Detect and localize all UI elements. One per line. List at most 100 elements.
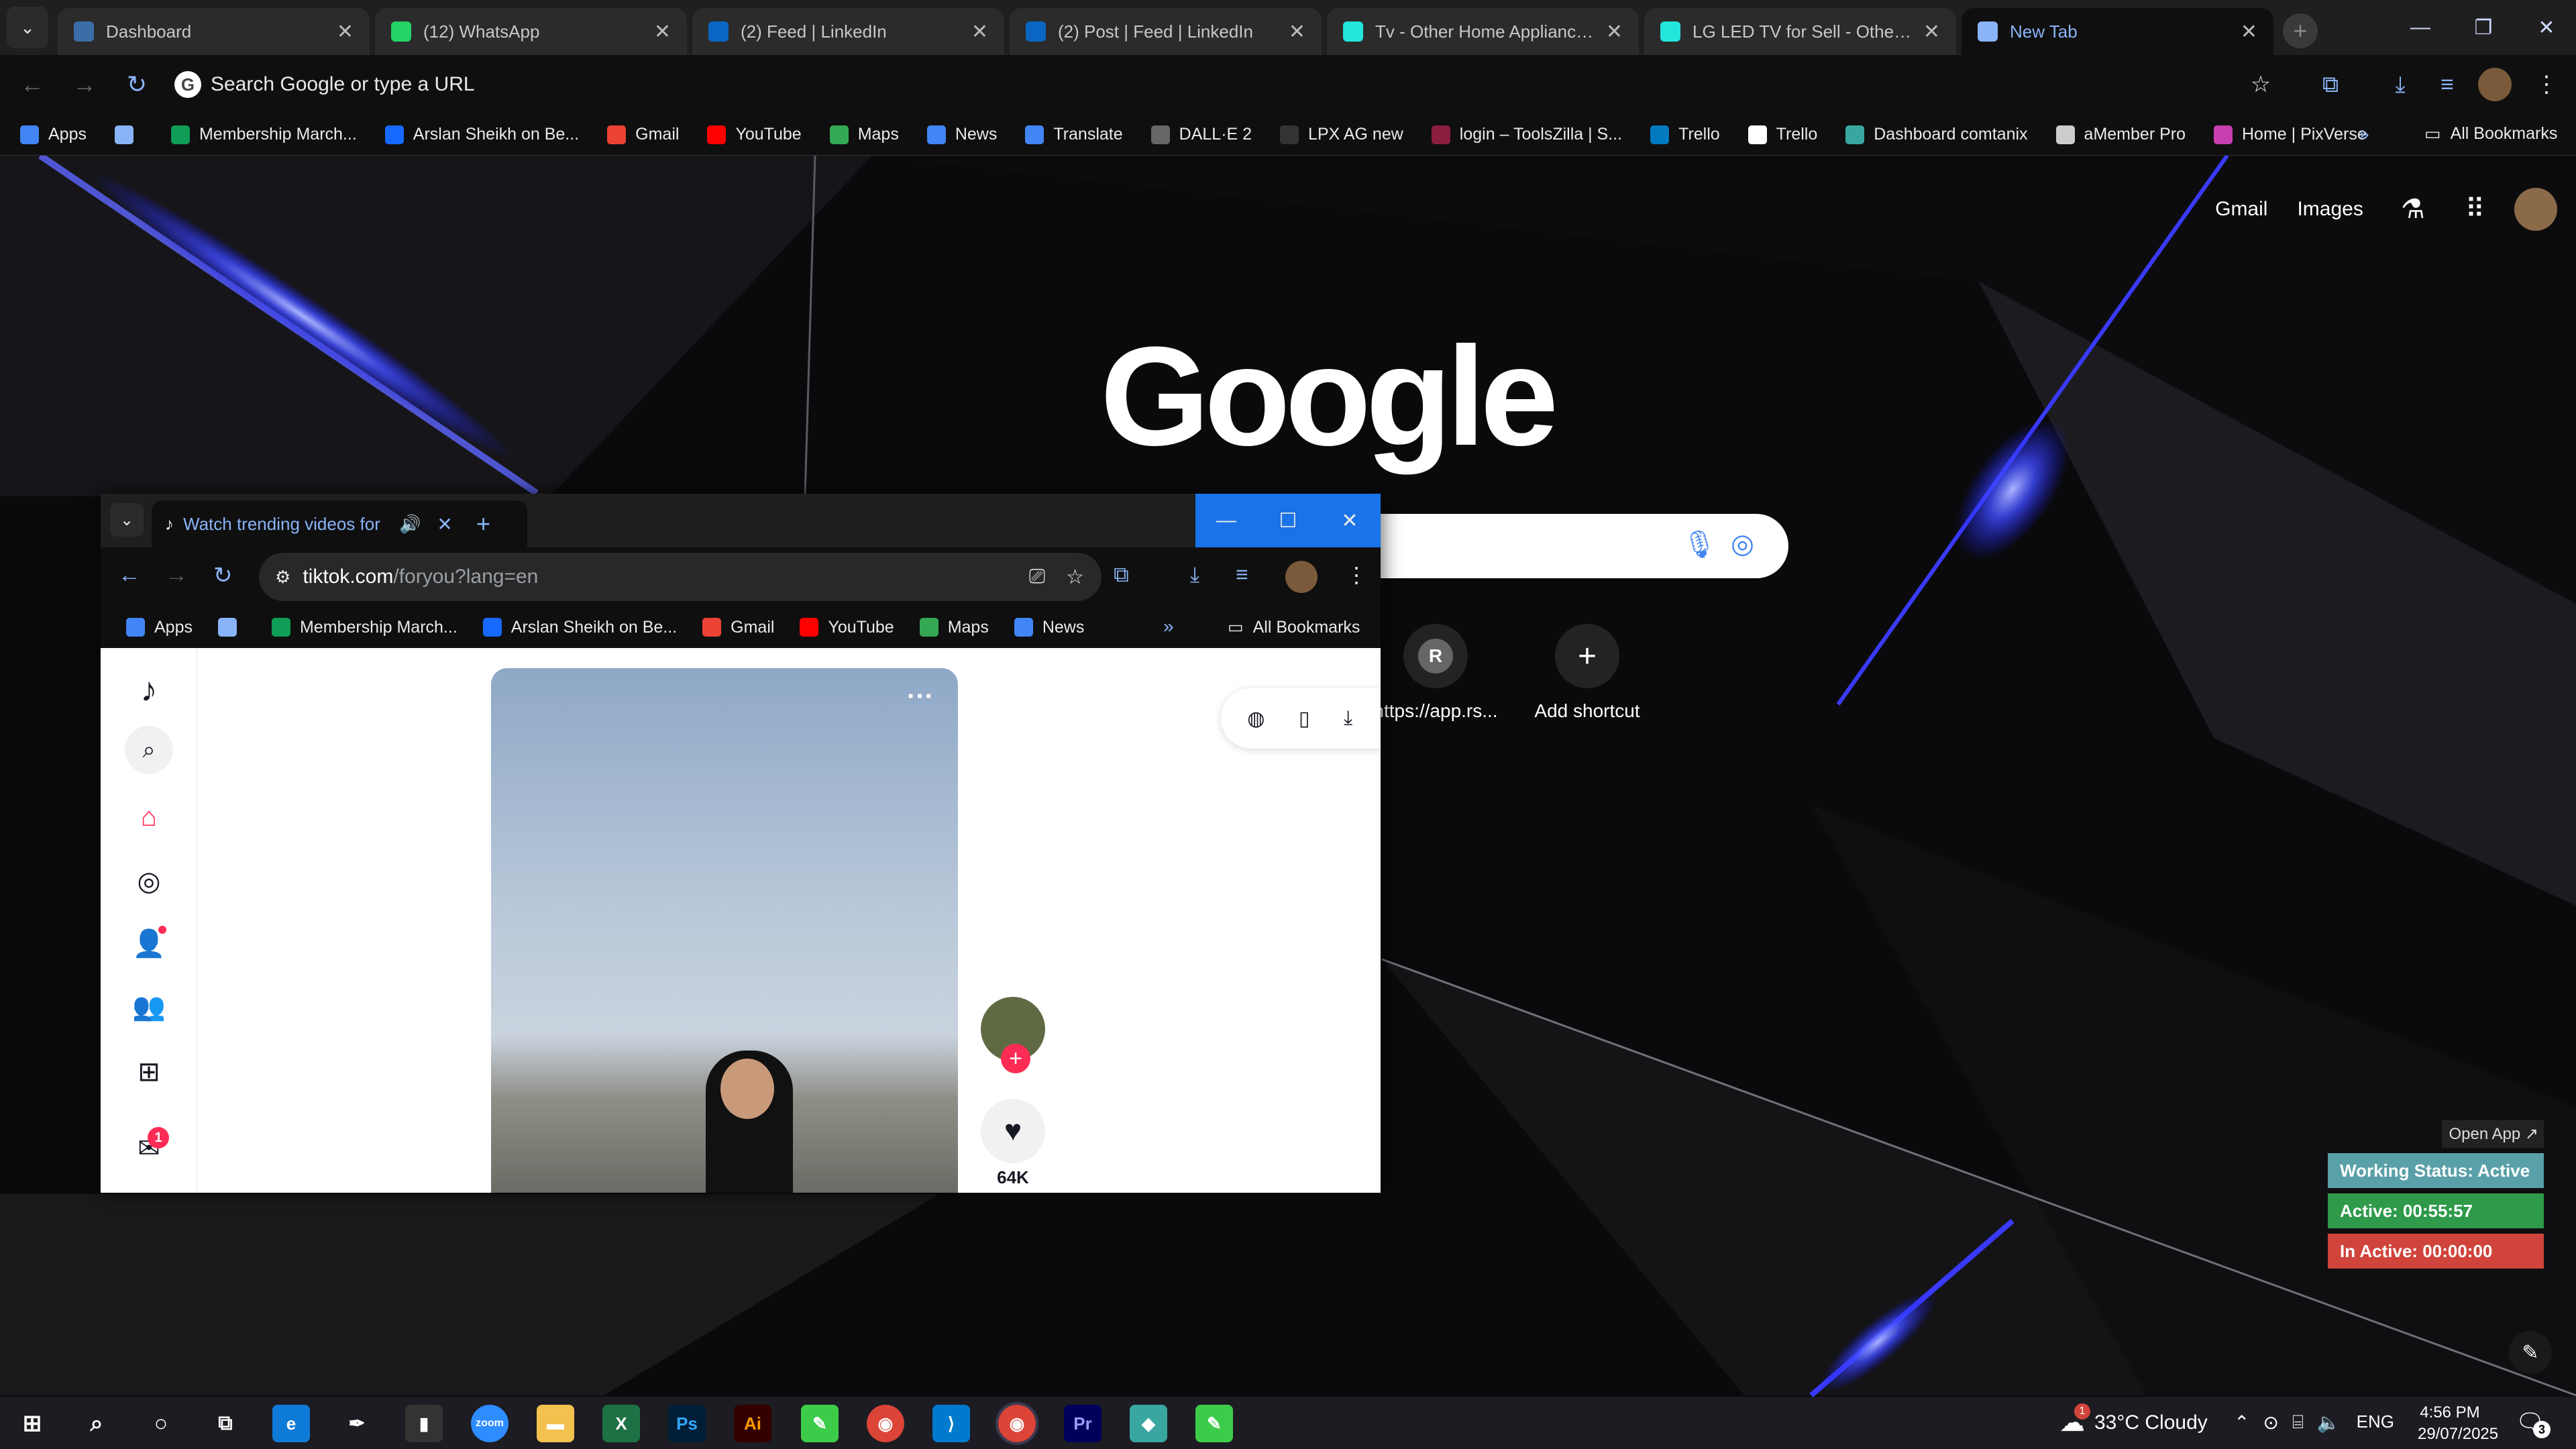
popup-bookmark-item[interactable]: Arslan Sheikh on Be...: [482, 618, 677, 637]
minimize-button[interactable]: —: [2390, 0, 2451, 55]
volume-icon[interactable]: 🔈: [2317, 1411, 2341, 1434]
tab-5[interactable]: LG LED TV for Sell - Other Hon ✕: [1644, 8, 1956, 55]
bookmark-item[interactable]: Dashboard comtanix: [1845, 125, 2028, 144]
labs-flask-icon[interactable]: ⚗: [2401, 194, 2425, 225]
popup-bookmark-item[interactable]: News: [1014, 618, 1084, 637]
weather-widget[interactable]: ☁ 1 33°C Cloudy: [2059, 1403, 2208, 1438]
close-window-button[interactable]: ✕: [2516, 0, 2576, 55]
task-view-icon[interactable]: ⧉: [207, 1405, 244, 1442]
more-bookmarks-icon[interactable]: »: [2359, 123, 2369, 145]
like-button[interactable]: ♥: [981, 1099, 1045, 1163]
popup-address-bar[interactable]: ⚙ tiktok.com /foryou?lang=en ⎚ ☆: [259, 553, 1102, 601]
network-icon[interactable]: ⌸: [2292, 1411, 2304, 1434]
google-apps-icon[interactable]: ⠿: [2465, 194, 2485, 225]
language-indicator[interactable]: ENG: [2357, 1411, 2394, 1434]
cortana-circle-icon[interactable]: ○: [142, 1405, 180, 1442]
terminal-icon[interactable]: ▮: [405, 1405, 443, 1442]
star-icon[interactable]: ☆: [1066, 566, 1084, 589]
site-info-icon[interactable]: ⚙: [275, 567, 290, 588]
popup-tab[interactable]: ♪ Watch trending videos for y 🔊 ✕: [152, 500, 527, 547]
chevron-up-icon[interactable]: ⌃: [2234, 1411, 2249, 1434]
popup-bookmark-item[interactable]: YouTube: [800, 618, 894, 637]
device-icon[interactable]: ▯: [1299, 707, 1310, 731]
tab-2[interactable]: (2) Feed | LinkedIn ✕: [692, 8, 1004, 55]
address-bar[interactable]: G Search Google or type a URL: [164, 60, 2310, 109]
upload-plus-icon[interactable]: ⊞: [127, 1051, 170, 1093]
friends-icon[interactable]: 👥: [127, 985, 170, 1028]
video-more-button[interactable]: ···: [907, 682, 934, 712]
photoshop-icon[interactable]: Ps: [668, 1405, 706, 1442]
popup-tab-search-button[interactable]: ⌄: [110, 503, 144, 537]
extension-icon[interactable]: ⧉: [1114, 562, 1129, 588]
microphone-icon[interactable]: 🎙: [1682, 529, 1717, 560]
profile-avatar[interactable]: [2478, 68, 2512, 101]
reload-button[interactable]: ↻: [213, 562, 233, 589]
zoom-icon[interactable]: zoom: [471, 1405, 508, 1442]
video-player[interactable]: ···: [491, 668, 958, 1193]
comtanix-icon[interactable]: ◆: [1130, 1405, 1167, 1442]
more-bookmarks-icon[interactable]: »: [1163, 616, 1174, 637]
tab-close-icon[interactable]: ✕: [437, 513, 452, 535]
customize-pencil-icon[interactable]: ✎: [2509, 1331, 2552, 1374]
tab-1[interactable]: (12) WhatsApp ✕: [375, 8, 687, 55]
tab-close-icon[interactable]: ✕: [1289, 20, 1305, 44]
popup-bookmark-item[interactable]: [217, 618, 246, 637]
bookmark-item[interactable]: Translate: [1025, 125, 1123, 144]
popup-bookmark-item[interactable]: Membership March...: [271, 618, 458, 637]
popup-bookmark-item[interactable]: Gmail: [702, 618, 774, 637]
tab-4[interactable]: Tv - Other Home Appliances fo ✕: [1327, 8, 1639, 55]
popup-close-button[interactable]: ✕: [1319, 494, 1381, 547]
tab-6[interactable]: New Tab ✕: [1962, 8, 2273, 55]
tiktok-logo-icon[interactable]: ♪: [127, 668, 170, 711]
clock[interactable]: 4:56 PM 29/07/2025: [2418, 1402, 2498, 1445]
account-avatar[interactable]: [2514, 188, 2557, 231]
bookmark-item[interactable]: Maps: [829, 125, 899, 144]
popup-bookmark-item[interactable]: Maps: [919, 618, 989, 637]
explore-compass-icon[interactable]: ◎: [127, 860, 170, 903]
open-app-button[interactable]: Open App ↗: [2442, 1120, 2544, 1148]
edge-icon[interactable]: e: [272, 1405, 310, 1442]
restore-button[interactable]: ❐: [2453, 0, 2514, 55]
excel-icon[interactable]: X: [602, 1405, 640, 1442]
downloads-button[interactable]: ⤓: [2381, 66, 2419, 103]
meet-now-icon[interactable]: ⊙: [2263, 1411, 2278, 1434]
tab-close-icon[interactable]: ✕: [1923, 20, 1940, 44]
reload-button[interactable]: ↻: [117, 64, 157, 105]
download-icon[interactable]: ⤓: [1190, 562, 1199, 588]
vscode-icon[interactable]: ⟩: [932, 1405, 970, 1442]
bookmark-item[interactable]: Home | PixVerse: [2214, 125, 2367, 144]
bookmark-star-button[interactable]: ☆: [2242, 66, 2279, 103]
media-controls-button[interactable]: ≡: [2428, 66, 2466, 103]
gmail-link[interactable]: Gmail: [2215, 198, 2267, 221]
new-tab-button[interactable]: +: [2283, 13, 2318, 48]
tab-close-icon[interactable]: ✕: [654, 20, 671, 44]
back-button[interactable]: ←: [12, 64, 52, 105]
bookmark-item[interactable]: Trello: [1650, 125, 1720, 144]
back-button[interactable]: ←: [118, 562, 141, 588]
profile-avatar[interactable]: [1285, 561, 1318, 593]
green-app-icon[interactable]: ✎: [801, 1405, 839, 1442]
extensions-button[interactable]: ⧉: [2312, 66, 2349, 103]
bookmark-item[interactable]: [114, 125, 143, 144]
shortcut-tile[interactable]: R https://app.rs...: [1362, 624, 1509, 722]
speaker-icon[interactable]: 🔊: [399, 514, 421, 535]
all-bookmarks-button[interactable]: ▭ All Bookmarks: [2424, 123, 2557, 144]
creator-avatar[interactable]: +: [981, 997, 1045, 1073]
bookmark-item[interactable]: DALL·E 2: [1150, 125, 1252, 144]
chrome-active-icon[interactable]: ◉: [996, 1402, 1038, 1445]
forward-button[interactable]: →: [165, 562, 188, 588]
search-icon[interactable]: ⌕: [78, 1405, 115, 1442]
premiere-icon[interactable]: Pr: [1064, 1405, 1102, 1442]
kebab-menu-icon[interactable]: ⋮: [1346, 562, 1367, 588]
following-icon[interactable]: 👤: [127, 922, 170, 965]
bookmark-item[interactable]: Apps: [20, 125, 87, 144]
inbox-icon[interactable]: ✉ 1: [127, 1127, 170, 1170]
bookmark-item[interactable]: YouTube: [707, 125, 802, 144]
images-link[interactable]: Images: [2297, 198, 2363, 221]
playlist-icon[interactable]: ≡: [1236, 562, 1248, 587]
download-icon[interactable]: ⤓: [1344, 707, 1352, 730]
illustrator-icon[interactable]: Ai: [734, 1405, 771, 1442]
bookmark-item[interactable]: News: [926, 125, 997, 144]
popup-minimize-button[interactable]: —: [1195, 494, 1257, 547]
bookmark-item[interactable]: LPX AG new: [1280, 125, 1403, 144]
